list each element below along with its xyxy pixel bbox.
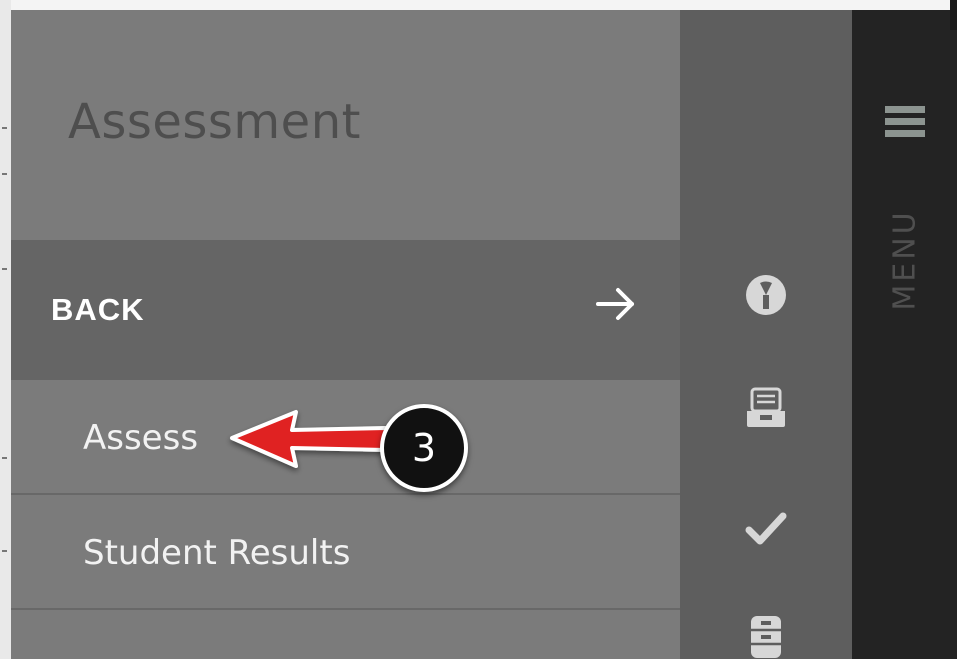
menu-label-text: MENU — [887, 209, 923, 311]
assessment-panel: Assessment BACK Assess Student Results — [11, 10, 680, 659]
left-edge-strip — [0, 0, 11, 659]
dashboard-gauge-icon[interactable] — [743, 272, 789, 318]
inbox-tray-icon[interactable] — [743, 385, 789, 431]
icon-rail — [680, 10, 852, 659]
panel-title: Assessment — [68, 94, 361, 150]
edge-tick — [2, 268, 7, 270]
nav-item-student-results[interactable]: Student Results — [11, 495, 680, 609]
step-number: 3 — [411, 426, 437, 470]
nav-item-assess[interactable]: Assess — [11, 380, 680, 494]
hamburger-icon[interactable] — [885, 104, 925, 140]
top-corner-mark — [950, 0, 957, 30]
cabinet-icon[interactable] — [743, 612, 789, 658]
nav-item-label: Student Results — [83, 533, 351, 573]
back-button[interactable]: BACK — [11, 240, 680, 380]
menu-column[interactable]: MENU — [852, 10, 957, 659]
nav-item-label: Assess — [83, 418, 199, 458]
edge-tick — [2, 127, 7, 129]
step-badge: 3 — [380, 404, 468, 492]
back-arrow-icon — [596, 288, 634, 320]
divider — [11, 608, 680, 610]
checkmark-icon[interactable] — [743, 506, 789, 552]
edge-tick — [2, 550, 7, 552]
menu-label: MENU — [868, 200, 942, 320]
edge-tick — [2, 173, 7, 175]
edge-tick — [2, 457, 7, 459]
back-label: BACK — [51, 292, 145, 327]
